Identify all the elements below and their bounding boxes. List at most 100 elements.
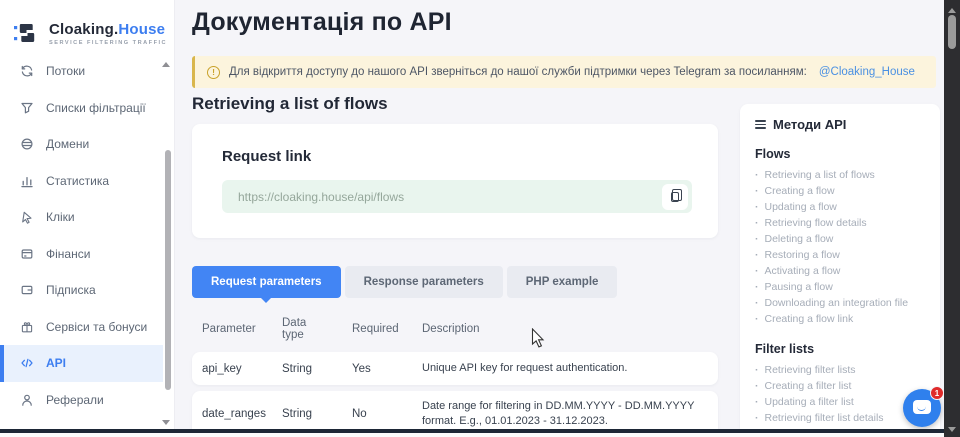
tab-response-parameters[interactable]: Response parameters: [345, 266, 503, 298]
methods-section-filter-lists: Filter lists: [755, 342, 925, 356]
method-link[interactable]: Pausing a flow: [755, 279, 925, 295]
cell-parameter: date_ranges: [192, 408, 272, 420]
list-icon: [755, 118, 766, 131]
sidebar-scroll-down-icon[interactable]: [162, 420, 170, 429]
method-link[interactable]: Retrieving a list of flows: [755, 167, 925, 183]
scroll-up-icon[interactable]: [948, 4, 956, 13]
cell-required: Yes: [342, 363, 412, 375]
method-link[interactable]: Creating a flow: [755, 183, 925, 199]
filter-lists-method-list: Retrieving filter lists Creating a filte…: [755, 362, 925, 429]
tab-bar: Request parameters Response parameters P…: [192, 266, 617, 298]
request-link-card: Request link https://cloaking.house/api/…: [192, 124, 718, 238]
sidebar-item-label: Реферали: [46, 393, 104, 407]
method-link[interactable]: Creating a flow link: [755, 311, 925, 327]
globe-icon: [20, 137, 34, 151]
cell-data-type: String: [272, 408, 342, 420]
methods-panel-header: Методи API: [755, 117, 925, 132]
sidebar-item-statistics[interactable]: Статистика: [0, 163, 163, 200]
method-link[interactable]: Retrieving flow details: [755, 215, 925, 231]
sidebar-item-subscription[interactable]: Підписка: [0, 272, 163, 309]
sidebar-scrollbar-thumb[interactable]: [165, 150, 171, 390]
copy-icon: [671, 192, 679, 202]
sidebar-item-api[interactable]: API: [0, 345, 163, 382]
sidebar-item-filter-lists[interactable]: Списки фільтрації: [0, 90, 163, 127]
sidebar-item-label: API: [46, 356, 66, 370]
sidebar-item-domains[interactable]: Домени: [0, 126, 163, 163]
api-methods-panel: Методи API Flows Retrieving a list of fl…: [740, 104, 940, 429]
method-link[interactable]: Retrieving filter list details: [755, 410, 925, 426]
credit-card-icon: [20, 247, 34, 261]
code-icon: [20, 356, 34, 370]
table-row: api_key String Yes Unique API key for re…: [192, 352, 718, 385]
sync-icon: [20, 64, 34, 78]
info-banner: Для відкриття доступу до нашого API звер…: [192, 56, 936, 88]
request-url: https://cloaking.house/api/flows: [238, 190, 404, 204]
cell-parameter: api_key: [192, 363, 272, 375]
sidebar-item-referrals[interactable]: Реферали: [0, 382, 163, 419]
column-header-required: Required: [342, 323, 412, 335]
sidebar-item-label: Кліки: [46, 210, 75, 224]
tab-php-example[interactable]: PHP example: [507, 266, 618, 298]
sidebar-item-label: Домени: [46, 137, 89, 151]
page-title: Документація по API: [192, 8, 452, 37]
person-icon: [20, 393, 34, 407]
sidebar-item-label: Статистика: [46, 174, 109, 188]
sidebar-item-label: Фінанси: [46, 247, 90, 261]
main-content: Документація по API Для відкриття доступ…: [175, 0, 944, 437]
sidebar-item-label: Підписка: [46, 283, 96, 297]
method-link[interactable]: Downloading an integration file: [755, 295, 925, 311]
sidebar-item-finances[interactable]: Фінанси: [0, 236, 163, 273]
cursor-icon: [20, 210, 34, 224]
sidebar-menu: Потоки Списки фільтрації Домени Статисти…: [0, 53, 174, 418]
table-header: Parameter Data type Required Description: [192, 309, 718, 349]
brand-logo-icon: [13, 19, 41, 47]
chat-widget-button[interactable]: 1: [903, 389, 941, 427]
gift-icon: [20, 320, 34, 334]
request-url-box: https://cloaking.house/api/flows: [222, 180, 692, 213]
brand-logo[interactable]: Cloaking.House SERVICE FILTERING TRAFFIC: [0, 0, 174, 53]
scroll-down-icon[interactable]: [948, 427, 956, 436]
sidebar: Cloaking.House SERVICE FILTERING TRAFFIC…: [0, 0, 175, 429]
browser-scrollbar[interactable]: [944, 0, 960, 437]
warning-icon: [207, 66, 220, 79]
chat-notification-badge: 1: [930, 386, 944, 400]
sidebar-item-flows[interactable]: Потоки: [0, 53, 163, 90]
request-link-title: Request link: [222, 148, 692, 165]
brand-tagline: SERVICE FILTERING TRAFFIC: [49, 40, 167, 46]
sidebar-item-clicks[interactable]: Кліки: [0, 199, 163, 236]
copy-button[interactable]: [662, 184, 688, 210]
bar-chart-icon: [20, 174, 34, 188]
funnel-icon: [20, 101, 34, 115]
sidebar-item-label: Сервіси та бонуси: [46, 320, 147, 334]
brand-name: Cloaking.House: [49, 21, 167, 38]
banner-text: Для відкриття доступу до нашого API звер…: [229, 66, 807, 78]
app-window: Cloaking.House SERVICE FILTERING TRAFFIC…: [0, 0, 960, 437]
methods-panel-title: Методи API: [773, 117, 846, 132]
window-bottom-strip: [0, 433, 944, 437]
sidebar-scroll-up-icon[interactable]: [162, 58, 170, 67]
method-link[interactable]: Updating a filter list: [755, 394, 925, 410]
method-link[interactable]: Retrieving filter lists: [755, 362, 925, 378]
column-header-description: Description: [412, 323, 718, 335]
sidebar-item-services-bonuses[interactable]: Сервіси та бонуси: [0, 309, 163, 346]
methods-section-flows: Flows: [755, 147, 925, 161]
flows-method-list: Retrieving a list of flows Creating a fl…: [755, 167, 925, 327]
method-link[interactable]: Updating a flow: [755, 199, 925, 215]
telegram-link[interactable]: @Cloaking_House: [819, 66, 915, 78]
scrollbar-thumb[interactable]: [948, 15, 956, 49]
column-header-parameter: Parameter: [192, 323, 272, 335]
sidebar-item-label: Списки фільтрації: [46, 101, 146, 115]
method-link[interactable]: Restoring a flow: [755, 247, 925, 263]
tab-request-parameters[interactable]: Request parameters: [192, 266, 341, 298]
method-link[interactable]: Creating a filter list: [755, 378, 925, 394]
column-header-data-type: Data type: [272, 317, 342, 341]
cell-required: No: [342, 408, 412, 420]
method-link[interactable]: Activating a flow: [755, 263, 925, 279]
chat-bubble-icon: [913, 400, 931, 414]
sidebar-item-label: Потоки: [46, 64, 85, 78]
method-link[interactable]: Deleting a flow: [755, 231, 925, 247]
cell-description: Date range for filtering in DD.MM.YYYY -…: [412, 399, 718, 429]
cell-description: Unique API key for request authenticatio…: [412, 361, 718, 376]
wallet-icon: [20, 283, 34, 297]
cell-data-type: String: [272, 363, 342, 375]
